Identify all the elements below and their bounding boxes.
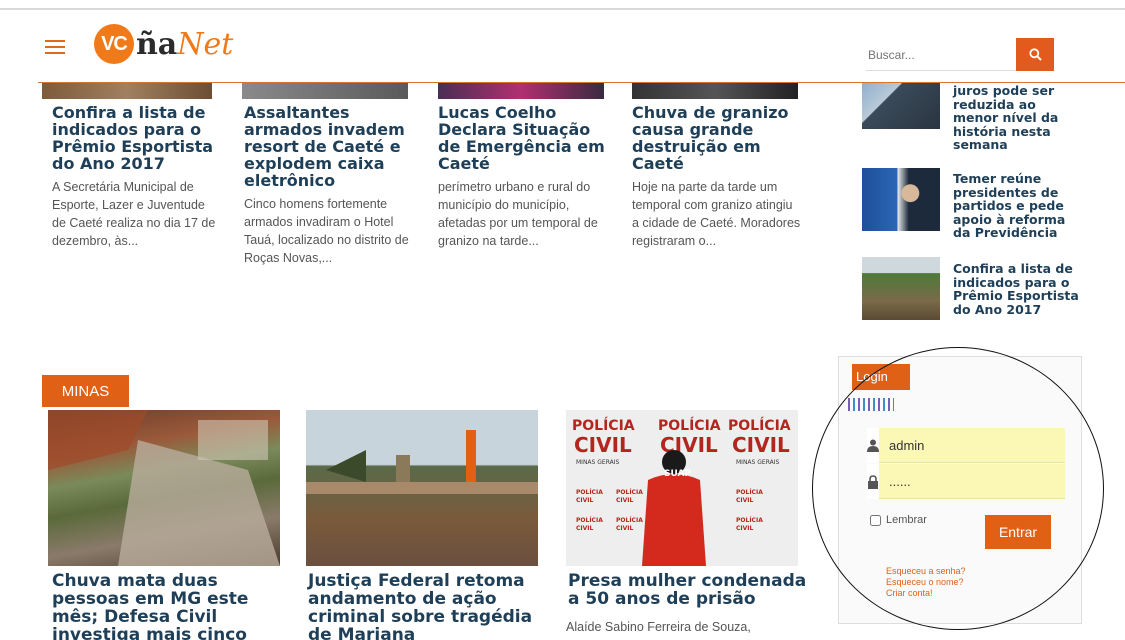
police-photo: POLÍCIA CIVIL MINAS GERAIS POLÍCIA CIVIL…: [566, 410, 798, 566]
lock-icon: [867, 464, 879, 499]
article-thumbnail[interactable]: [632, 82, 798, 99]
header-divider: [38, 82, 1125, 83]
svg-text:POLÍCIA: POLÍCIA: [576, 516, 603, 524]
article-card[interactable]: Confira a lista de indicados para o Prêm…: [52, 104, 222, 250]
minas-gerais-text: MINAS GERAIS: [736, 459, 779, 466]
article-title[interactable]: Lucas Coelho Declara Situação de Emergên…: [438, 104, 608, 172]
sidebar-news-thumbnail[interactable]: [862, 168, 940, 231]
login-tab[interactable]: Login: [852, 364, 910, 390]
svg-text:POLÍCIA: POLÍCIA: [616, 488, 643, 496]
news-image[interactable]: [48, 410, 280, 566]
article-thumbnail[interactable]: [242, 82, 408, 99]
policia-text: POLÍCIA: [658, 417, 721, 434]
decorative-bars-icon: [848, 398, 894, 411]
landslide-photo: [48, 410, 280, 566]
news-title[interactable]: Chuva mata duas pessoas em MG este mês; …: [52, 572, 292, 640]
news-image[interactable]: POLÍCIA CIVIL MINAS GERAIS POLÍCIA CIVIL…: [566, 410, 798, 566]
article-excerpt: Hoje na parte da tarde um temporal com g…: [632, 180, 801, 248]
suap-text: SUAP: [664, 469, 691, 479]
logo-wordmark-net: Net: [177, 26, 234, 62]
search-icon: [1028, 48, 1042, 61]
article-excerpt: A Secretária Municipal de Esporte, Lazer…: [52, 180, 216, 248]
news-image[interactable]: [306, 410, 538, 566]
article-card[interactable]: Assaltantes armados invadem resort de Ca…: [244, 104, 414, 267]
article-thumbnail[interactable]: [438, 82, 604, 99]
news-title[interactable]: Presa mulher condenada a 50 anos de pris…: [568, 572, 808, 608]
menu-icon[interactable]: [45, 40, 65, 54]
svg-text:CIVIL: CIVIL: [736, 497, 754, 504]
logo-badge: VC: [94, 24, 134, 64]
article-card[interactable]: Lucas Coelho Declara Situação de Emergên…: [438, 104, 608, 250]
sidebar-news-title[interactable]: Temer reúne presidentes de partidos e pe…: [953, 172, 1083, 240]
civil-text: CIVIL: [732, 433, 790, 457]
forgot-password-link[interactable]: Esqueceu a senha?: [886, 566, 966, 577]
article-card[interactable]: Chuva de granizo causa grande destruição…: [632, 104, 802, 250]
remember-label: Lembrar: [886, 514, 927, 526]
section-tab-minas[interactable]: MINAS: [42, 375, 129, 407]
svg-text:CIVIL: CIVIL: [616, 497, 634, 504]
sidebar-news-item[interactable]: Temer reúne presidentes de partidos e pe…: [862, 168, 1092, 240]
search-input[interactable]: [866, 40, 1016, 71]
bridge-photo: [306, 430, 538, 494]
login-links: Esqueceu a senha? Esqueceu o nome? Criar…: [886, 566, 966, 599]
search-button[interactable]: [1016, 38, 1054, 71]
svg-text:CIVIL: CIVIL: [576, 525, 594, 532]
news-excerpt: Alaíde Sabino Ferreira de Souza,: [566, 620, 751, 634]
svg-text:POLÍCIA: POLÍCIA: [736, 488, 763, 496]
user-icon: [867, 428, 879, 463]
create-account-link[interactable]: Criar conta!: [886, 588, 966, 599]
sidebar-news-title[interactable]: Confira a lista de indicados para o Prêm…: [953, 262, 1083, 320]
password-input[interactable]: [879, 464, 1065, 499]
article-thumbnail[interactable]: [42, 82, 212, 99]
site-logo[interactable]: VC ña Net: [94, 24, 233, 64]
news-title[interactable]: Justiça Federal retoma andamento de ação…: [308, 572, 548, 640]
remember-checkbox[interactable]: [870, 514, 881, 526]
article-title[interactable]: Assaltantes armados invadem resort de Ca…: [244, 104, 414, 189]
civil-text: CIVIL: [574, 433, 632, 457]
policia-text: POLÍCIA: [728, 417, 791, 434]
policia-text: POLÍCIA: [572, 417, 635, 434]
forgot-username-link[interactable]: Esqueceu o nome?: [886, 577, 966, 588]
svg-text:CIVIL: CIVIL: [736, 525, 754, 532]
svg-text:POLÍCIA: POLÍCIA: [616, 516, 643, 524]
sidebar-news-item[interactable]: Confira a lista de indicados para o Prêm…: [862, 257, 1092, 320]
sidebar-news-title[interactable]: juros pode ser reduzida ao menor nível d…: [953, 84, 1083, 152]
article-title[interactable]: Confira a lista de indicados para o Prêm…: [52, 104, 222, 172]
site-header: VC ña Net: [0, 10, 1125, 82]
password-field-row: [867, 464, 1065, 499]
remember-checkbox-label[interactable]: Lembrar: [870, 514, 927, 526]
sidebar-news-thumbnail[interactable]: [862, 257, 940, 320]
minas-gerais-text: MINAS GERAIS: [576, 459, 619, 466]
login-submit-button[interactable]: Entrar: [985, 515, 1051, 549]
logo-wordmark: ña: [136, 26, 178, 62]
svg-text:POLÍCIA: POLÍCIA: [576, 488, 603, 496]
svg-text:POLÍCIA: POLÍCIA: [736, 516, 763, 524]
article-excerpt: perímetro urbano e rural do município do…: [438, 180, 598, 248]
svg-text:CIVIL: CIVIL: [576, 497, 594, 504]
article-excerpt: Cinco homens fortemente armados invadira…: [244, 197, 409, 265]
article-title[interactable]: Chuva de granizo causa grande destruição…: [632, 104, 802, 172]
svg-text:CIVIL: CIVIL: [616, 525, 634, 532]
username-input[interactable]: [879, 428, 1065, 463]
username-field-row: [867, 428, 1065, 463]
